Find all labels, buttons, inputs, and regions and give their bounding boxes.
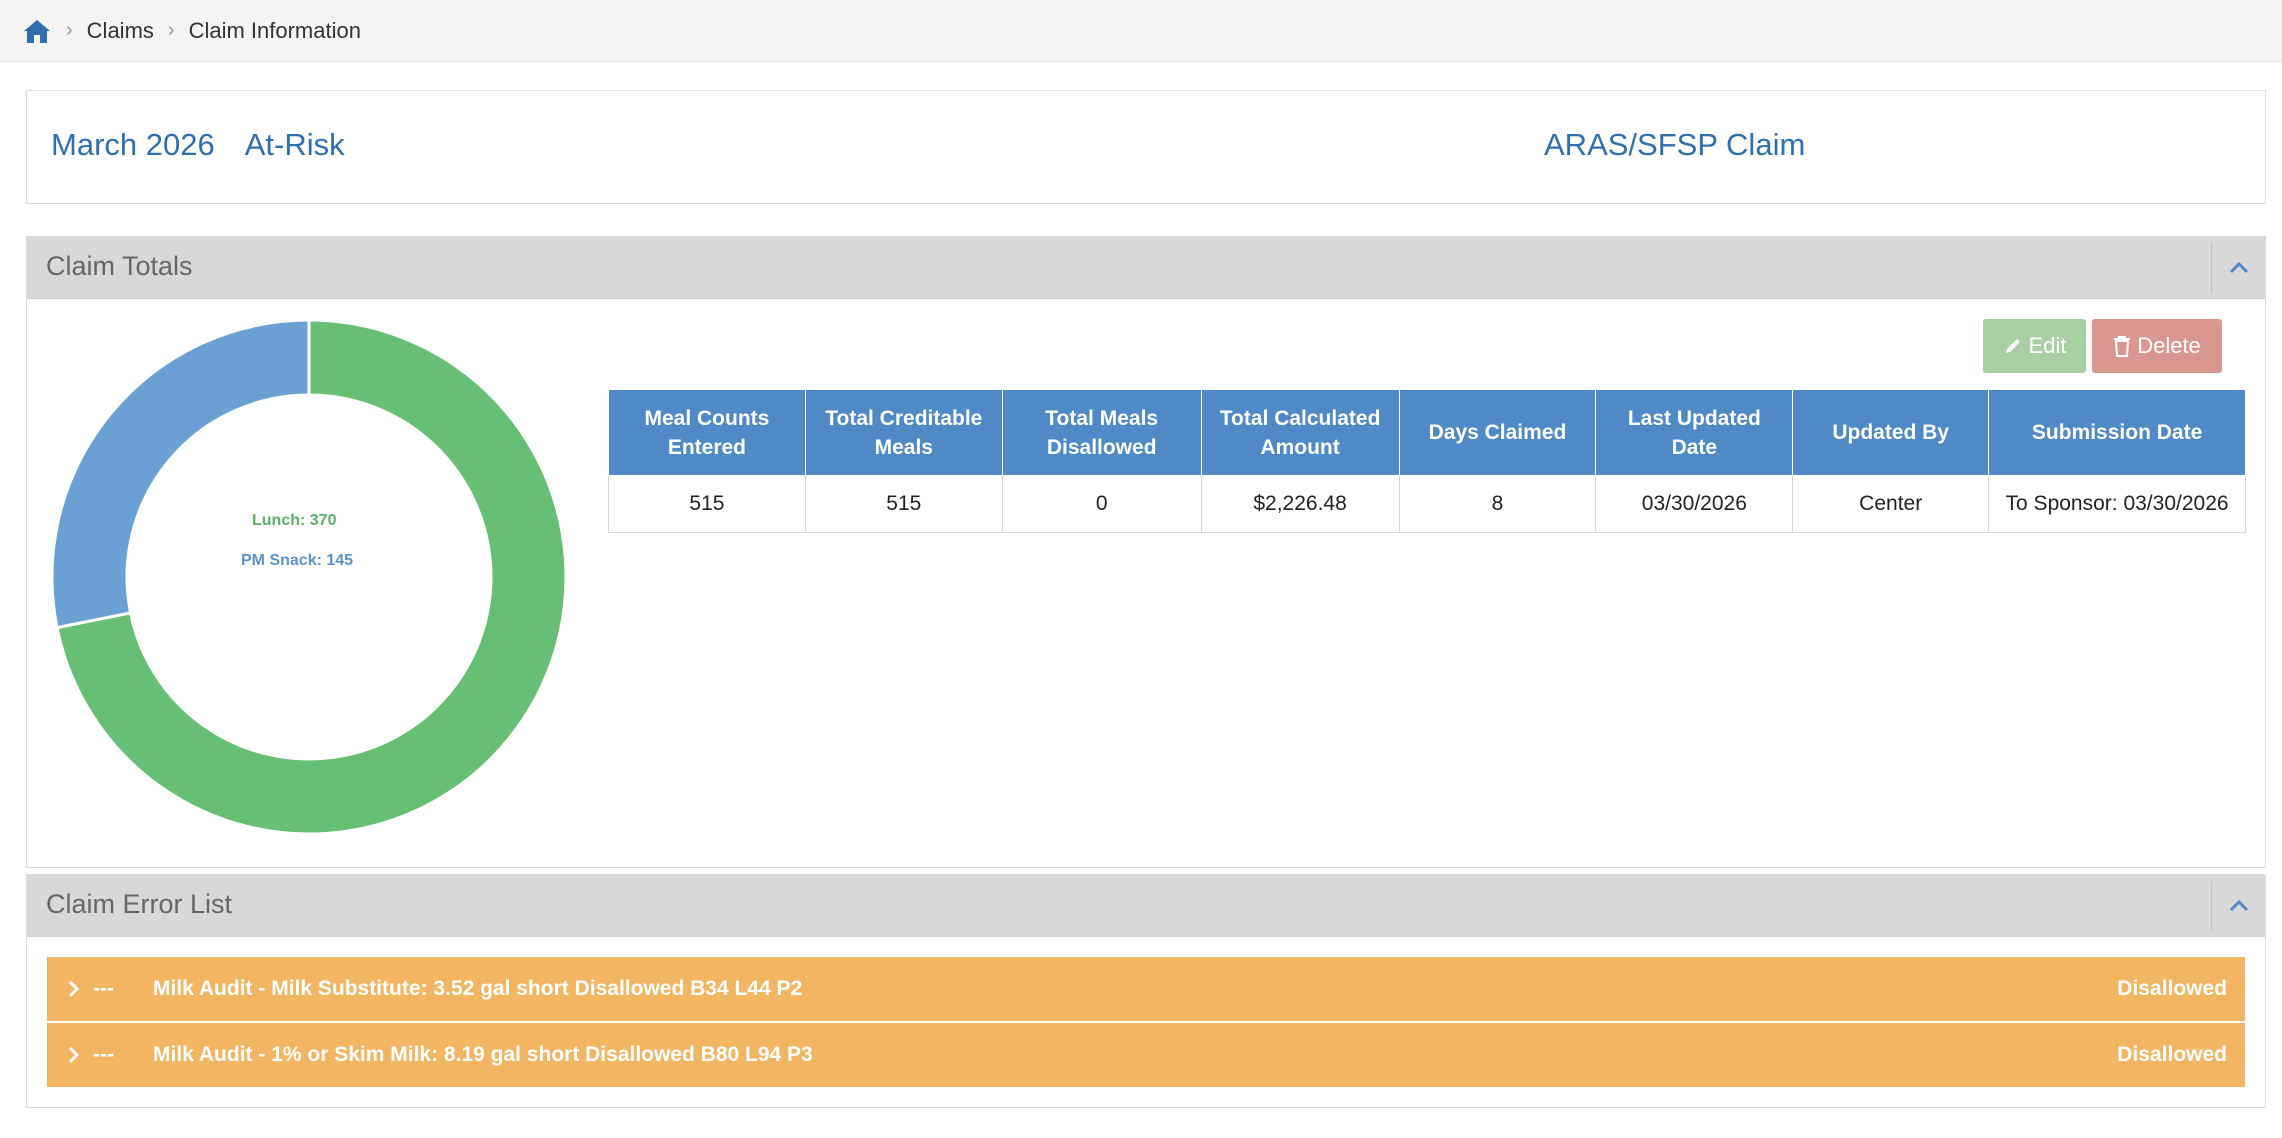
breadcrumb-claim-information: Claim Information: [188, 17, 361, 43]
error-row[interactable]: --- Milk Audit - 1% or Skim Milk: 8.19 g…: [47, 1023, 2245, 1087]
collapse-button[interactable]: [2211, 881, 2265, 931]
panel-title: Claim Error List: [46, 889, 233, 919]
claim-period: March 2026 At-Risk: [51, 127, 345, 163]
col-submission-date: Submission Date: [1988, 389, 2246, 476]
col-total-creditable-meals: Total Creditable Meals: [804, 389, 1003, 476]
edit-button[interactable]: Edit: [1983, 319, 2086, 373]
error-dash: ---: [93, 1043, 114, 1066]
trash-icon: [2114, 336, 2131, 357]
error-status: Disallowed: [2117, 1043, 2227, 1066]
col-total-calculated-amount: Total Calculated Amount: [1200, 389, 1400, 476]
home-icon[interactable]: [22, 17, 52, 45]
delete-label: Delete: [2137, 333, 2201, 358]
chevron-up-icon: [2229, 261, 2248, 274]
chevron-right-icon: [47, 1046, 93, 1064]
col-updated-by: Updated By: [1792, 389, 1990, 476]
cell-last-updated-date: 03/30/2026: [1595, 475, 1794, 533]
table-header-row: Meal Counts Entered Total Creditable Mea…: [608, 389, 2246, 476]
error-status: Disallowed: [2117, 977, 2227, 1000]
claim-totals-table: Meal Counts Entered Total Creditable Mea…: [608, 389, 2246, 533]
cell-days-claimed: 8: [1398, 475, 1597, 533]
col-meal-counts-entered: Meal Counts Entered: [608, 389, 806, 476]
error-message: Milk Audit - Milk Substitute: 3.52 gal s…: [153, 977, 803, 1000]
cell-total-meals-disallowed: 0: [1001, 475, 1202, 533]
cell-total-calculated-amount: $2,226.48: [1200, 475, 1400, 533]
cell-meal-counts-entered: 515: [608, 475, 806, 533]
breadcrumb-claims[interactable]: Claims: [87, 18, 154, 44]
donut-svg: [50, 318, 568, 836]
claim-totals-header: Claim Totals: [27, 237, 2265, 299]
chevron-right-icon: ›: [167, 19, 175, 41]
error-message: Milk Audit - 1% or Skim Milk: 8.19 gal s…: [153, 1043, 813, 1066]
collapse-button[interactable]: [2211, 243, 2265, 293]
pencil-icon: [2005, 339, 2020, 353]
meal-donut-chart: Lunch: 370 PM Snack: 145: [49, 317, 569, 837]
cell-total-creditable-meals: 515: [804, 475, 1003, 533]
chevron-right-icon: [47, 980, 93, 998]
error-row[interactable]: --- Milk Audit - Milk Substitute: 3.52 g…: [47, 957, 2245, 1021]
claim-program: At-Risk: [244, 127, 345, 162]
cell-updated-by: Center: [1792, 475, 1990, 533]
edit-label: Edit: [2028, 333, 2067, 358]
donut-slice-pm-snack[interactable]: [50, 318, 311, 630]
delete-button[interactable]: Delete: [2092, 319, 2222, 373]
pm-snack-label: PM Snack: 145: [241, 552, 354, 569]
claim-totals-panel: Claim Totals Lunch: 370 PM Snack: 145 Ed…: [26, 236, 2266, 868]
error-dash: ---: [93, 977, 114, 1000]
col-days-claimed: Days Claimed: [1398, 389, 1597, 476]
claim-error-list-header: Claim Error List: [27, 875, 2265, 937]
table-row: 515 515 0 $2,226.48 8 03/30/2026 Center …: [608, 475, 2246, 533]
lunch-label: Lunch: 370: [252, 512, 337, 529]
panel-title: Claim Totals: [46, 251, 193, 281]
claim-month: March 2026: [51, 127, 215, 162]
col-last-updated-date: Last Updated Date: [1595, 389, 1794, 476]
chevron-up-icon: [2229, 899, 2248, 912]
claim-header: March 2026 At-Risk ARAS/SFSP Claim: [26, 90, 2266, 204]
claim-error-list-panel: Claim Error List --- Milk Audit - Milk S…: [26, 874, 2266, 1108]
cell-submission-date: To Sponsor: 03/30/2026: [1988, 475, 2246, 533]
claim-type: ARAS/SFSP Claim: [1544, 127, 1806, 162]
breadcrumb: › Claims › Claim Information: [0, 0, 2282, 62]
chevron-right-icon: ›: [66, 19, 73, 41]
col-total-meals-disallowed: Total Meals Disallowed: [1001, 389, 1202, 476]
